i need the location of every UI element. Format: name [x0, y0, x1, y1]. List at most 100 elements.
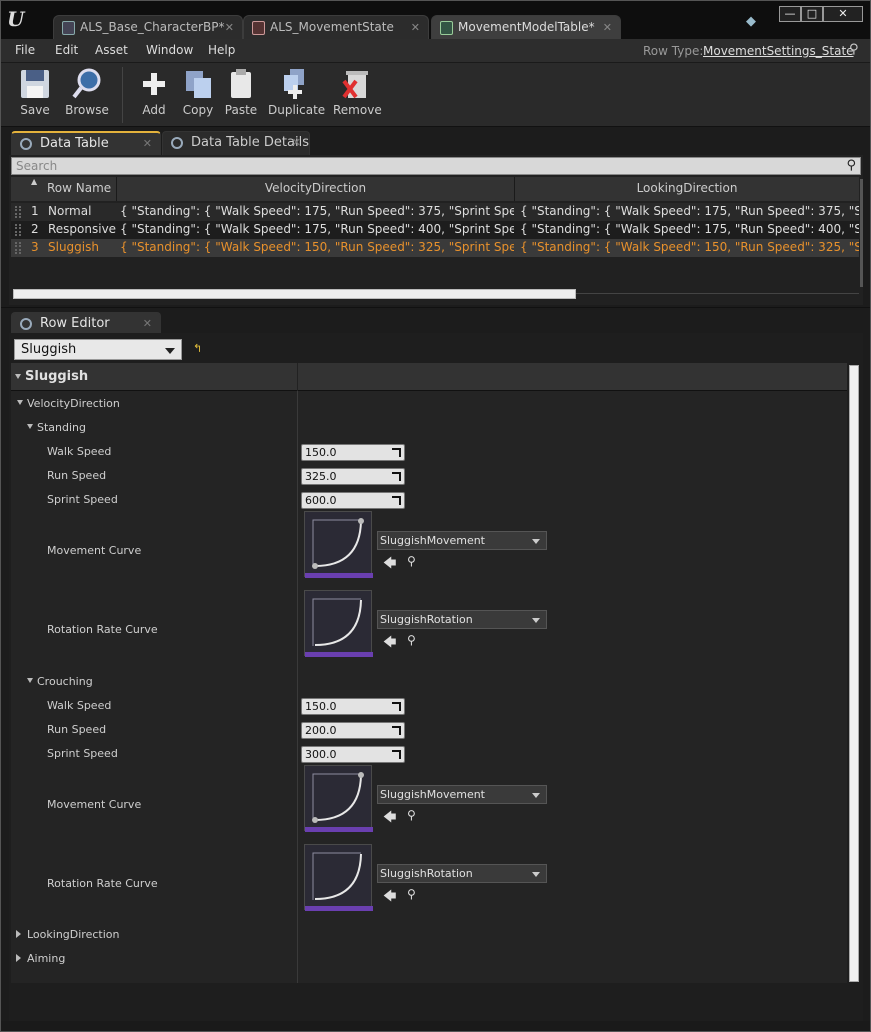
- close-icon[interactable]: ✕: [143, 313, 152, 335]
- table-row[interactable]: 1 Normal { "Standing": { "Walk Speed": 1…: [11, 203, 859, 221]
- graduation-cap-icon[interactable]: ◆: [746, 14, 764, 29]
- column-header-velocity-direction[interactable]: VelocityDirection: [117, 177, 515, 201]
- menu-window[interactable]: Window: [146, 43, 193, 57]
- menu-help[interactable]: Help: [208, 43, 235, 57]
- add-button[interactable]: Add: [138, 67, 170, 117]
- tab-movementmodeltable[interactable]: MovementModelTable* ✕: [431, 15, 621, 39]
- looking-direction-label[interactable]: LookingDirection: [27, 928, 119, 941]
- collapsed-arrow-icon[interactable]: [16, 954, 21, 962]
- name-value-splitter[interactable]: [297, 391, 298, 983]
- table-vertical-scrollbar[interactable]: [860, 179, 863, 287]
- velocity-direction-label[interactable]: VelocityDirection: [27, 397, 120, 410]
- browse-magnifier-icon[interactable]: ⚲: [407, 554, 416, 568]
- column-header-looking-direction[interactable]: LookingDirection: [515, 177, 859, 201]
- row-type-value[interactable]: MovementSettings_State: [703, 44, 854, 58]
- crouching-label[interactable]: Crouching: [37, 675, 93, 688]
- duplicate-button[interactable]: Duplicate: [268, 67, 325, 117]
- paste-button[interactable]: Paste: [223, 67, 259, 117]
- copy-button[interactable]: Copy: [181, 67, 215, 117]
- tab-data-table[interactable]: Data Table ✕: [11, 131, 161, 155]
- browse-magnifier-icon[interactable]: ⚲: [407, 887, 416, 901]
- unreal-logo-icon[interactable]: U: [7, 7, 31, 31]
- maximize-button[interactable]: □: [801, 6, 823, 22]
- menu-asset[interactable]: Asset: [95, 43, 128, 57]
- curve-thumbnail[interactable]: [304, 590, 373, 657]
- collapsed-arrow-icon[interactable]: [16, 930, 21, 938]
- crouching-rotation-curve-combo[interactable]: SluggishRotation: [377, 864, 547, 883]
- row-select-combo[interactable]: Sluggish: [14, 339, 182, 360]
- standing-rotation-curve-combo[interactable]: SluggishRotation: [377, 610, 547, 629]
- crouching-movement-curve-combo[interactable]: SluggishMovement: [377, 785, 547, 804]
- expand-arrow-icon[interactable]: [27, 678, 33, 683]
- standing-walk-speed-input[interactable]: 150.0: [301, 444, 405, 461]
- data-table-panel: Search ⚲ Row Name ▲ VelocityDirection Lo…: [9, 155, 863, 305]
- drag-handle-icon[interactable]: [15, 206, 21, 218]
- asset-name: SluggishRotation: [380, 613, 473, 626]
- value-text: 150.0: [305, 446, 337, 459]
- close-icon[interactable]: ✕: [225, 16, 234, 39]
- chevron-down-icon: [532, 793, 540, 798]
- minimize-button[interactable]: —: [779, 6, 801, 22]
- sort-ascending-icon: ▲: [31, 177, 38, 186]
- use-selected-arrow-icon[interactable]: 🡄: [383, 633, 396, 655]
- browse-magnifier-icon[interactable]: ⚲: [407, 808, 416, 822]
- expand-arrow-icon[interactable]: [17, 400, 23, 405]
- save-button[interactable]: Save: [15, 67, 55, 117]
- resize-arrow-icon: [392, 750, 401, 759]
- close-icon[interactable]: ✕: [603, 16, 612, 39]
- asset-name: SluggishMovement: [380, 534, 485, 547]
- use-selected-arrow-icon[interactable]: 🡄: [383, 808, 396, 830]
- use-selected-arrow-icon[interactable]: 🡄: [383, 554, 396, 576]
- close-icon[interactable]: ✕: [292, 132, 301, 154]
- value-text: 325.0: [305, 470, 337, 483]
- column-splitter[interactable]: [297, 363, 298, 391]
- standing-sprint-speed-input[interactable]: 600.0: [301, 492, 405, 509]
- curve-thumbnail[interactable]: [304, 844, 373, 911]
- crouching-run-speed-input[interactable]: 200.0: [301, 722, 405, 739]
- row-index: 2: [31, 222, 39, 236]
- use-selected-arrow-icon[interactable]: 🡄: [383, 887, 396, 909]
- close-icon[interactable]: ✕: [143, 133, 152, 155]
- drag-handle-icon[interactable]: [15, 242, 21, 254]
- column-header-row-name[interactable]: Row Name: [11, 177, 117, 201]
- category-header[interactable]: Sluggish: [11, 363, 847, 391]
- search-icon[interactable]: ⚲: [846, 158, 856, 174]
- standing-movement-curve-combo[interactable]: SluggishMovement: [377, 531, 547, 550]
- add-label: Add: [142, 103, 166, 117]
- tab-als-base-characterbp[interactable]: ALS_Base_CharacterBP* ✕: [53, 15, 243, 39]
- browse-magnifier-icon[interactable]: ⚲: [407, 633, 416, 647]
- magnifier-icon: [72, 68, 101, 99]
- curve-thumbnail[interactable]: [304, 765, 373, 832]
- close-icon[interactable]: ✕: [411, 16, 420, 39]
- standing-run-speed-input[interactable]: 325.0: [301, 468, 405, 485]
- reset-to-default-icon[interactable]: ↰: [193, 342, 202, 355]
- search-input[interactable]: Search ⚲: [11, 157, 861, 175]
- close-button[interactable]: ✕: [823, 6, 863, 22]
- table-horizontal-scrollbar[interactable]: [13, 289, 576, 299]
- drag-handle-icon[interactable]: [15, 224, 21, 236]
- crouching-sprint-speed-input[interactable]: 300.0: [301, 746, 405, 763]
- menu-edit[interactable]: Edit: [55, 43, 78, 57]
- expand-arrow-icon[interactable]: [15, 374, 21, 379]
- value-text: 300.0: [305, 748, 337, 761]
- curve-thumbnail[interactable]: [304, 511, 373, 578]
- tab-als-movementstate[interactable]: ALS_MovementState ✕: [243, 15, 429, 39]
- table-row[interactable]: 2 Responsive { "Standing": { "Walk Speed…: [11, 221, 859, 239]
- expand-arrow-icon[interactable]: [27, 424, 33, 429]
- asset-name: SluggishRotation: [380, 867, 473, 880]
- chevron-down-icon: [532, 872, 540, 877]
- browse-button[interactable]: Browse: [64, 67, 110, 117]
- trash-icon: [342, 71, 368, 99]
- tab-label: ALS_Base_CharacterBP*: [80, 20, 225, 34]
- tab-data-table-details[interactable]: Data Table Details ✕: [162, 131, 310, 155]
- search-icon[interactable]: ⚲: [849, 42, 859, 57]
- crouching-walk-speed-input[interactable]: 150.0: [301, 698, 405, 715]
- table-row-selected[interactable]: 3 Sluggish { "Standing": { "Walk Speed":…: [11, 239, 859, 257]
- row-editor-scrollbar[interactable]: [849, 365, 859, 982]
- toolbar: Save Browse Add Copy Paste Duplicate Rem…: [1, 63, 870, 127]
- remove-button[interactable]: Remove: [333, 67, 382, 117]
- aiming-label[interactable]: Aiming: [27, 952, 65, 965]
- standing-label[interactable]: Standing: [37, 421, 86, 434]
- row-name: Sluggish: [48, 240, 99, 254]
- menu-file[interactable]: File: [15, 43, 35, 57]
